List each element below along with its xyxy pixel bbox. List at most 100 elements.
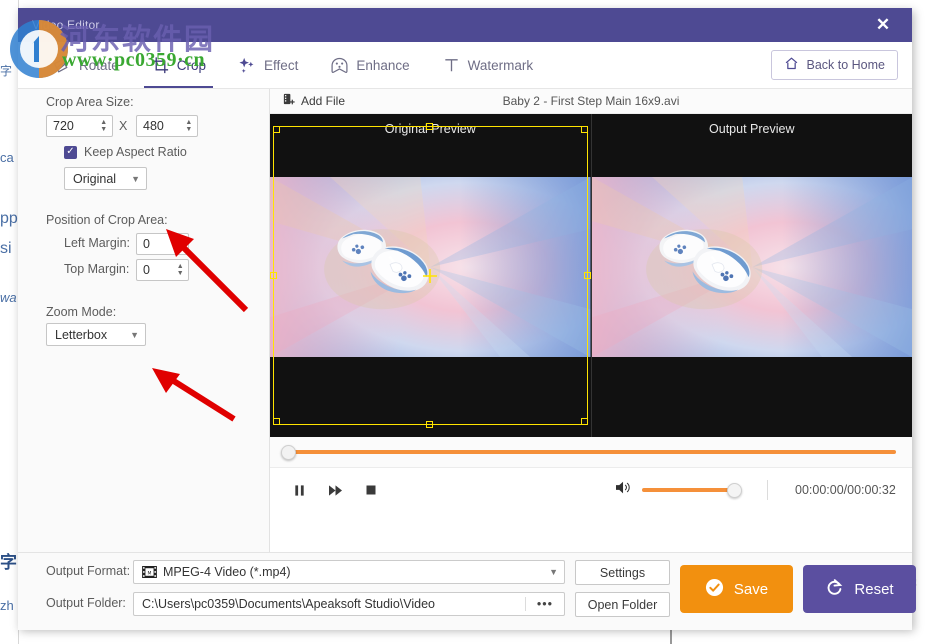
rotate-icon [53, 56, 72, 75]
keep-aspect-ratio-label: Keep Aspect Ratio [84, 145, 187, 159]
volume-control [615, 480, 736, 500]
crop-handle-middle-left[interactable] [270, 272, 277, 279]
chevron-down-icon: ▼ [549, 567, 558, 577]
editor-toolbar: Rotate Crop Effect [18, 42, 912, 89]
output-format-label: Output Format: [46, 564, 130, 578]
output-folder-field[interactable]: C:\Users\pc0359\Documents\Apeaksoft Stud… [133, 592, 565, 616]
tab-rotate[interactable]: Rotate [40, 42, 132, 88]
output-folder-value: C:\Users\pc0359\Documents\Apeaksoft Stud… [142, 597, 525, 611]
reset-button[interactable]: Reset [803, 565, 916, 613]
chevron-down-icon: ▼ [130, 330, 139, 340]
seek-bar-row [270, 437, 912, 468]
effect-sparkle-icon [238, 56, 257, 75]
aspect-ratio-select[interactable]: Original ▼ [64, 167, 147, 190]
back-to-home-button[interactable]: Back to Home [771, 50, 898, 80]
background-text-fragment: wa [0, 290, 17, 305]
add-file-label: Add File [301, 94, 345, 108]
crop-height-input[interactable] [137, 119, 184, 133]
screen: 字 ca pp si wa 字 zh 字 Video Editor ✕ Rota… [0, 0, 930, 644]
crop-handle-top-center[interactable] [426, 123, 433, 130]
window-title: Video Editor [32, 18, 100, 32]
zoom-mode-select[interactable]: Letterbox ▼ [46, 323, 146, 346]
refresh-icon [825, 578, 844, 601]
stepper-arrows[interactable]: ▲▼ [175, 263, 188, 277]
dimension-separator: X [119, 119, 127, 133]
crop-handle-top-left[interactable] [273, 126, 280, 133]
output-format-select[interactable]: M MPEG-4 Video (*.mp4) ▼ [133, 560, 565, 584]
position-of-crop-area-label: Position of Crop Area: [46, 213, 168, 227]
watermark-text-icon [442, 56, 461, 75]
stop-icon[interactable] [356, 475, 386, 505]
crop-settings-panel: Crop Area Size: ▲▼ X ▲▼ ✓ Keep Aspect Ra… [18, 89, 270, 552]
left-margin-stepper[interactable]: ▲▼ [136, 233, 189, 255]
video-editor-dialog: Video Editor ✕ Rotate Crop [18, 8, 912, 628]
settings-button[interactable]: Settings [575, 560, 670, 585]
original-preview[interactable]: Original Preview [270, 114, 591, 437]
background-scrollbar[interactable] [670, 630, 672, 644]
crop-height-stepper[interactable]: ▲▼ [136, 115, 198, 137]
output-preview-label: Output Preview [592, 122, 913, 136]
stepper-arrows[interactable]: ▲▼ [175, 237, 188, 251]
title-bar: Video Editor ✕ [18, 8, 912, 42]
divider [767, 480, 768, 500]
crop-handle-middle-right[interactable] [584, 272, 591, 279]
crop-handle-bottom-right[interactable] [581, 418, 588, 425]
volume-icon[interactable] [615, 480, 632, 500]
add-file-icon [282, 93, 295, 109]
output-folder-label: Output Folder: [46, 596, 126, 610]
volume-slider[interactable] [642, 488, 736, 492]
zoom-mode-label: Zoom Mode: [46, 305, 116, 319]
background-text-fragment: 字 [0, 62, 12, 79]
add-file-button[interactable]: Add File [282, 93, 345, 109]
aspect-ratio-value: Original [73, 172, 116, 186]
tab-crop[interactable]: Crop [138, 42, 219, 88]
timecode-display: 00:00:00/00:00:32 [795, 483, 896, 497]
keep-aspect-ratio-checkbox[interactable]: ✓ Keep Aspect Ratio [64, 145, 187, 159]
left-margin-input[interactable] [137, 237, 175, 251]
film-icon: M [142, 566, 157, 578]
output-bar: Output Format: M MPEG-4 Video (*.mp4) ▼ … [18, 552, 912, 630]
browse-folder-button[interactable]: ••• [525, 597, 564, 611]
stepper-arrows[interactable]: ▲▼ [98, 119, 112, 133]
seek-slider[interactable] [286, 450, 896, 454]
file-bar: Add File Baby 2 - First Step Main 16x9.a… [270, 89, 912, 114]
seek-slider-handle[interactable] [281, 445, 296, 460]
crop-area-size-label: Crop Area Size: [46, 95, 134, 109]
background-text-fragment: 字 [0, 548, 17, 573]
tab-effect[interactable]: Effect [225, 42, 311, 88]
tab-watermark[interactable]: Watermark [429, 42, 547, 88]
background-page [0, 0, 930, 8]
tab-label: Rotate [79, 58, 119, 73]
fast-forward-icon[interactable] [320, 475, 350, 505]
stepper-arrows[interactable]: ▲▼ [184, 119, 197, 133]
tab-label: Watermark [468, 58, 534, 73]
output-video-frame [592, 177, 913, 360]
crop-handle-bottom-left[interactable] [273, 418, 280, 425]
background-text-fragment: zh [0, 598, 14, 613]
top-margin-stepper[interactable]: ▲▼ [136, 259, 189, 281]
save-button[interactable]: Save [680, 565, 793, 613]
close-icon[interactable]: ✕ [862, 8, 904, 42]
pause-icon[interactable] [284, 475, 314, 505]
output-format-value: MPEG-4 Video (*.mp4) [163, 565, 549, 579]
crop-center-crosshair-icon [422, 268, 438, 284]
tab-label: Crop [177, 58, 206, 73]
reset-label: Reset [854, 581, 893, 598]
open-folder-button[interactable]: Open Folder [575, 592, 670, 617]
check-circle-icon [705, 578, 724, 601]
tab-label: Effect [264, 58, 298, 73]
crop-handle-top-right[interactable] [581, 126, 588, 133]
zoom-mode-value: Letterbox [55, 328, 107, 342]
volume-slider-handle[interactable] [727, 483, 742, 498]
preview-panel: Add File Baby 2 - First Step Main 16x9.a… [270, 89, 912, 552]
output-preview[interactable]: Output Preview [591, 114, 913, 437]
crop-width-input[interactable] [47, 119, 98, 133]
background-text-fragment: si [0, 240, 12, 258]
video-thumbnail [592, 177, 913, 357]
tab-enhance[interactable]: Enhance [317, 42, 422, 88]
background-text-fragment: ca [0, 150, 14, 165]
crop-width-stepper[interactable]: ▲▼ [46, 115, 113, 137]
top-margin-input[interactable] [137, 263, 175, 277]
crop-handle-bottom-center[interactable] [426, 421, 433, 428]
crop-selection-box[interactable] [273, 126, 588, 425]
